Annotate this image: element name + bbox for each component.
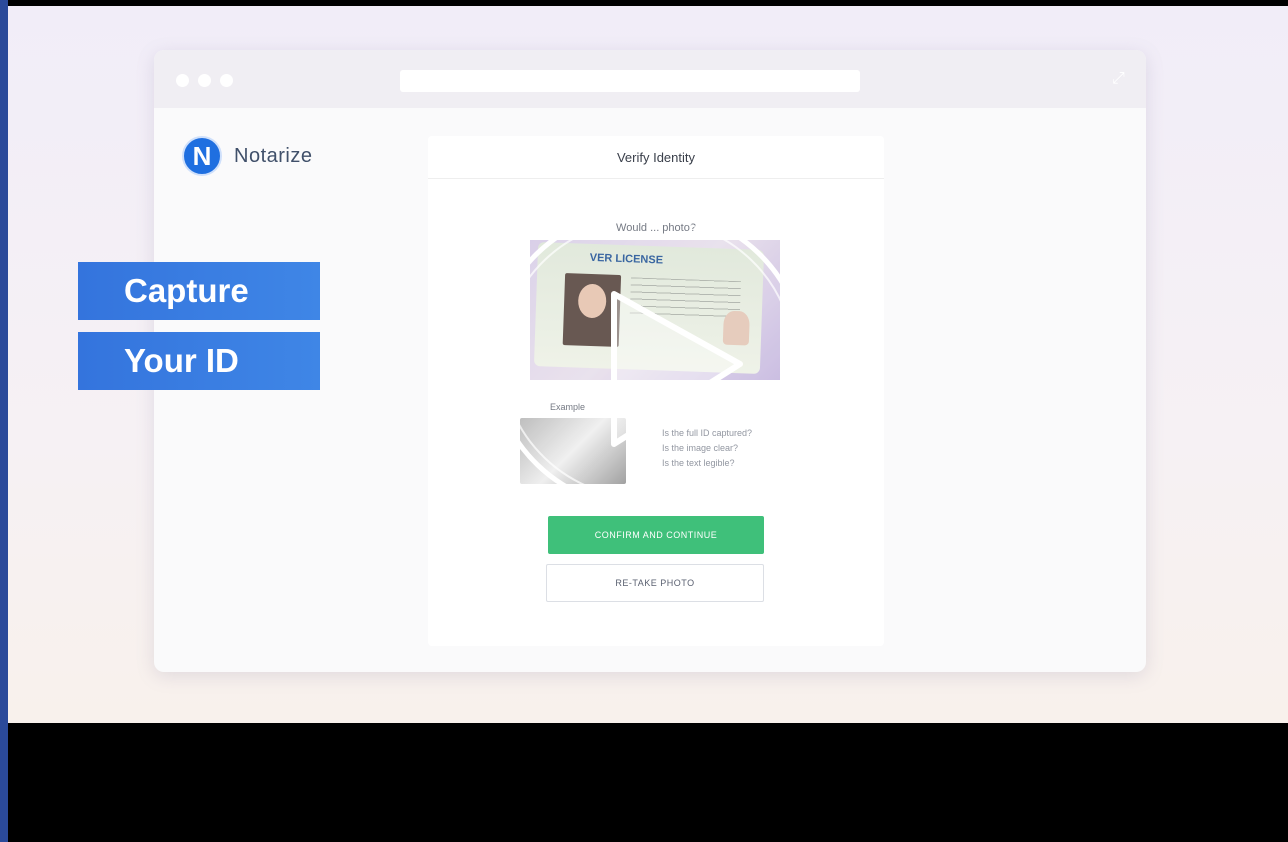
caption-capture: Capture xyxy=(78,262,320,320)
notarize-logo: N Notarize xyxy=(182,136,312,176)
browser-toolbar: ⤢ xyxy=(154,50,1146,108)
video-player[interactable]: ⤢ N Notarize Verify Identity Would ... p… xyxy=(8,0,1288,842)
card-title: Verify Identity xyxy=(428,136,884,179)
video-scene: ⤢ N Notarize Verify Identity Would ... p… xyxy=(8,6,1288,723)
retake-photo-button[interactable]: RE-TAKE PHOTO xyxy=(546,564,764,602)
play-icon[interactable] xyxy=(486,204,810,514)
brand-name: Notarize xyxy=(234,144,313,167)
expand-icon: ⤢ xyxy=(1112,70,1125,87)
window-dot-icon xyxy=(198,74,211,87)
notarize-logo-icon: N xyxy=(182,136,222,176)
confirm-and-continue-button[interactable]: CONFIRM AND CONTINUE xyxy=(548,516,764,554)
caption-your-id: Your ID xyxy=(78,332,320,390)
window-dot-icon xyxy=(220,74,233,87)
video-letterbox xyxy=(8,723,1288,842)
url-bar xyxy=(400,70,860,92)
window-dot-icon xyxy=(176,74,189,87)
